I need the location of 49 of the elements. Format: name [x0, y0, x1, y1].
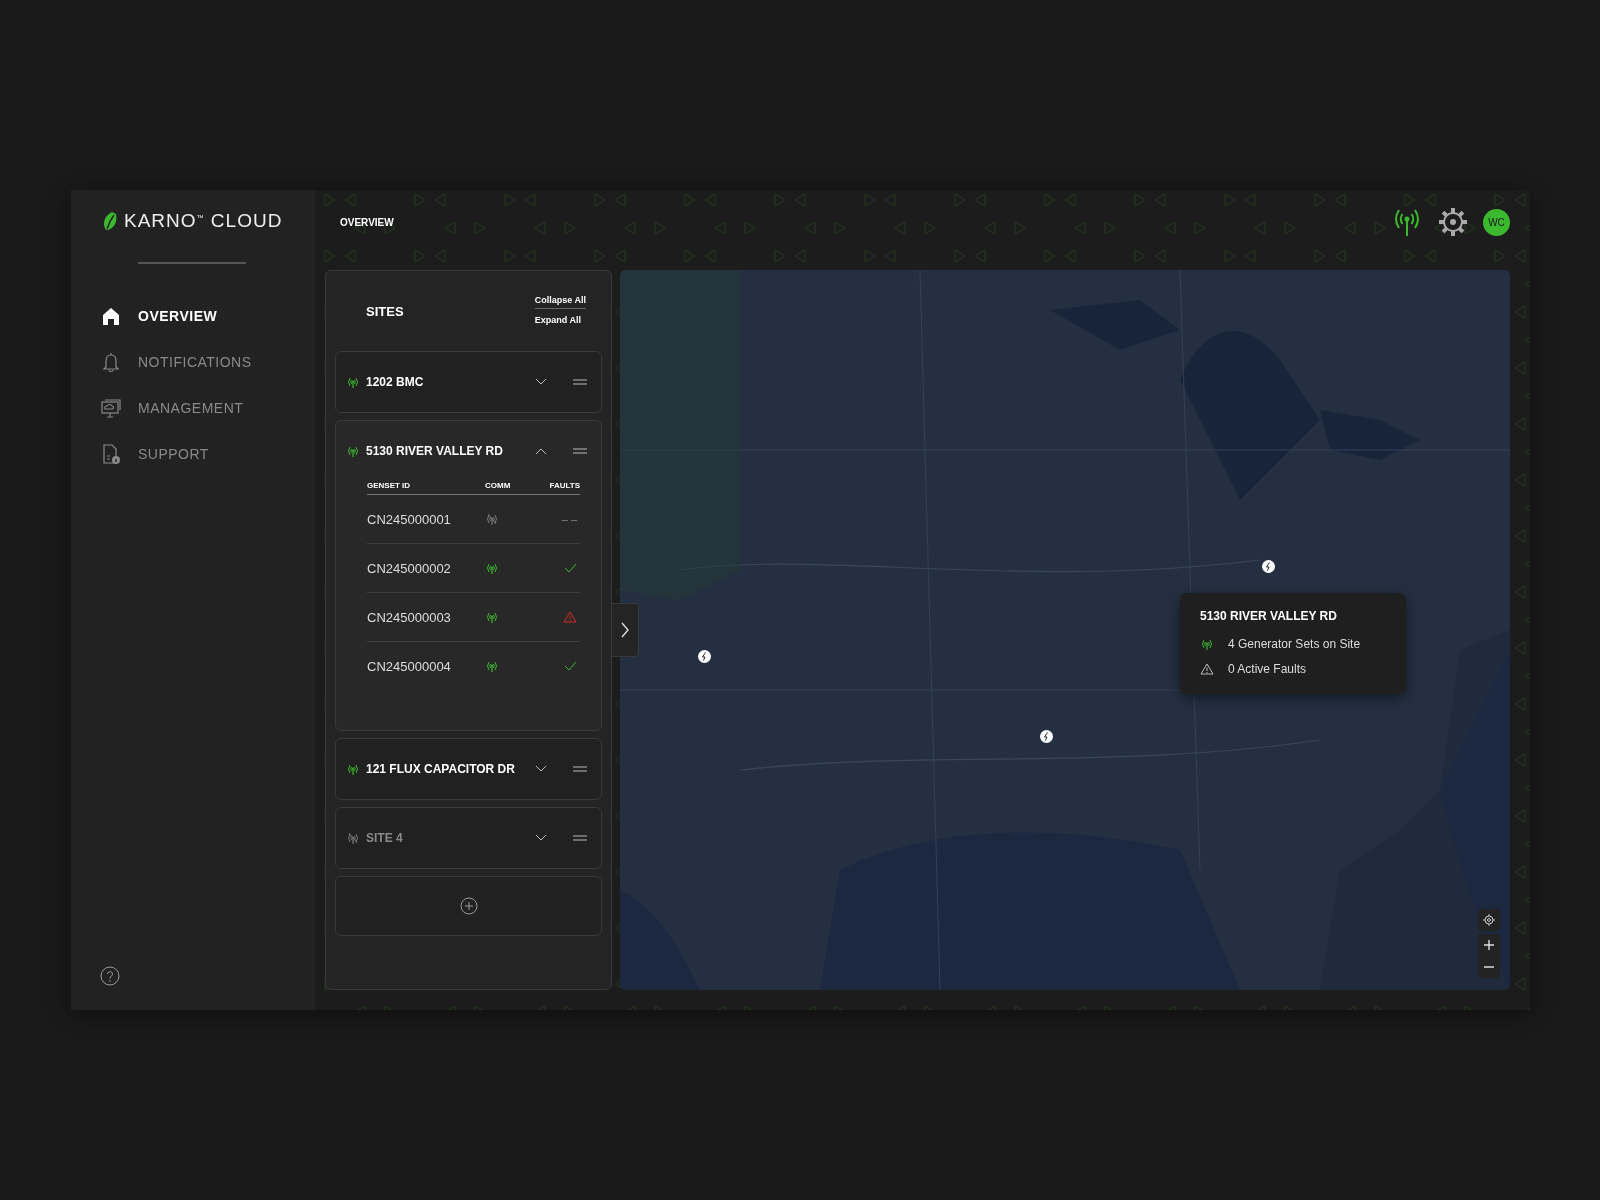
genset-id: CN245000001	[367, 511, 452, 527]
genset-id: CN245000003	[367, 609, 452, 625]
warning-icon	[1200, 663, 1214, 675]
column-header: GENSET ID	[367, 481, 412, 490]
site-name: SITE 4	[366, 831, 403, 845]
drag-handle-icon[interactable]	[573, 379, 587, 385]
help-icon[interactable]	[100, 966, 120, 986]
signal-icon	[1200, 638, 1214, 650]
nav-item[interactable]: SUPPORT	[100, 442, 315, 466]
drag-handle-icon[interactable]	[573, 448, 587, 454]
target-icon	[1483, 914, 1495, 926]
logo-text: KARNO$^{™}$ CLOUD	[124, 210, 283, 232]
site-name: 121 FLUX CAPACITOR DR	[366, 762, 515, 776]
chevron-icon[interactable]	[535, 765, 547, 773]
locate-button[interactable]	[1478, 909, 1500, 931]
plus-icon	[1483, 939, 1495, 951]
monitor-icon	[100, 397, 122, 419]
nav-item[interactable]: MANAGEMENT	[100, 396, 315, 420]
column-header: FAULTS	[548, 481, 580, 490]
map-marker-icon[interactable]	[1262, 560, 1275, 573]
genset-id: CN245000004	[367, 658, 452, 674]
genset-id: CN245000002	[367, 560, 452, 576]
bell-icon	[100, 351, 122, 373]
site-name: 1202 BMC	[366, 375, 424, 389]
chevron-icon[interactable]	[535, 378, 547, 386]
panel-title: SITES	[366, 303, 404, 319]
drag-handle-icon[interactable]	[573, 835, 587, 841]
chevron-icon	[620, 622, 630, 638]
tooltip-text: 0 Active Faults	[1228, 662, 1307, 676]
chevron-icon[interactable]	[535, 834, 547, 842]
column-header: COMM	[485, 481, 512, 490]
link-button[interactable]: Collapse All	[534, 294, 586, 309]
collapse-toggle[interactable]	[611, 603, 639, 657]
drag-handle-icon[interactable]	[573, 766, 587, 772]
empty-value: – –	[561, 513, 578, 525]
settings-icon[interactable]	[1437, 206, 1469, 238]
page-title: OVERVIEW	[340, 216, 394, 228]
link-button[interactable]: Expand All	[534, 314, 586, 328]
home-icon	[100, 305, 122, 327]
nav-item[interactable]: OVERVIEW	[100, 304, 315, 328]
add-icon[interactable]	[459, 897, 478, 915]
map-marker-icon[interactable]	[1040, 730, 1053, 743]
nav-item[interactable]: NOTIFICATIONS	[100, 350, 315, 374]
chevron-icon[interactable]	[535, 447, 547, 455]
tooltip-title: 5130 RIVER VALLEY RD	[1200, 609, 1338, 623]
map-marker-icon[interactable]	[698, 650, 711, 663]
document-icon	[100, 443, 122, 465]
site-name: 5130 RIVER VALLEY RD	[366, 444, 503, 458]
tooltip-text: 4 Generator Sets on Site	[1228, 637, 1361, 651]
